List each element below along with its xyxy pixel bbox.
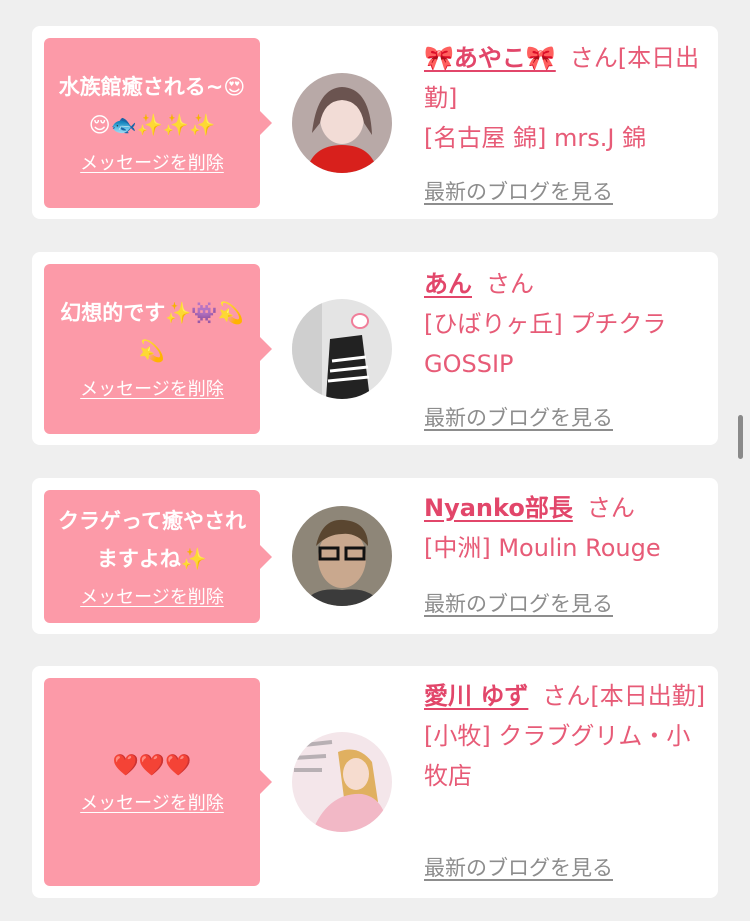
message-bubble: クラゲって癒やされますよね✨ メッセージを削除: [44, 490, 260, 623]
message-card: 水族館癒される~😍😌🐟✨✨✨ メッセージを削除 🎀あやこ🎀 さん[本日出勤] [名…: [32, 26, 718, 219]
shop-info: [ひばりヶ丘] プチクラGOSSIP: [424, 310, 667, 378]
work-status: [本日出勤]: [590, 682, 706, 710]
message-text: クラゲって癒やされますよね✨: [58, 508, 246, 571]
avatar-photo-icon: [292, 73, 392, 173]
message-text: 水族館癒される~😍😌🐟✨✨✨: [58, 75, 246, 137]
shop-info: [名古屋 錦] mrs.J 錦: [424, 124, 647, 152]
avatar[interactable]: [292, 73, 392, 173]
girl-info: 愛川 ゆず さん[本日出勤] [小牧] クラブグリム・小牧店: [424, 676, 714, 796]
message-bubble: ❤️❤️❤️ メッセージを削除: [44, 678, 260, 886]
girl-name-link[interactable]: あん: [424, 270, 472, 298]
shop-info: [中洲] Moulin Rouge: [424, 534, 661, 562]
avatar-photo-icon: [292, 299, 392, 399]
delete-message-link[interactable]: メッセージを削除: [80, 790, 224, 818]
message-card: ❤️❤️❤️ メッセージを削除 愛川 ゆず さん[本日出勤] [小牧] クラブグリ…: [32, 666, 718, 898]
scrollbar[interactable]: [738, 415, 743, 459]
delete-message-link[interactable]: メッセージを削除: [80, 150, 224, 178]
message-card: 幻想的です✨👾💫💫 メッセージを削除 あん さん [ひばりヶ丘] プチクラGOSS…: [32, 252, 718, 445]
latest-blog-link[interactable]: 最新のブログを見る: [424, 176, 613, 206]
honorific: さん: [542, 682, 591, 710]
honorific: さん: [569, 44, 618, 72]
girl-info: 🎀あやこ🎀 さん[本日出勤] [名古屋 錦] mrs.J 錦: [424, 38, 714, 158]
girl-name-link[interactable]: Nyanko部長: [424, 494, 573, 522]
latest-blog-link[interactable]: 最新のブログを見る: [424, 588, 613, 618]
message-card: クラゲって癒やされますよね✨ メッセージを削除 Nyanko部長 さん [中洲] …: [32, 478, 718, 634]
latest-blog-link[interactable]: 最新のブログを見る: [424, 402, 613, 432]
avatar[interactable]: [292, 506, 392, 606]
message-list: 水族館癒される~😍😌🐟✨✨✨ メッセージを削除 🎀あやこ🎀 さん[本日出勤] [名…: [0, 0, 750, 921]
avatar-photo-icon: [292, 732, 392, 832]
girl-name-link[interactable]: 愛川 ゆず: [424, 682, 528, 710]
latest-blog-link[interactable]: 最新のブログを見る: [424, 852, 613, 882]
honorific: さん: [486, 270, 534, 298]
shop-info: [小牧] クラブグリム・小牧店: [424, 722, 691, 790]
girl-name-link[interactable]: 🎀あやこ🎀: [424, 44, 556, 72]
message-bubble: 水族館癒される~😍😌🐟✨✨✨ メッセージを削除: [44, 38, 260, 208]
message-text: 幻想的です✨👾💫💫: [60, 301, 244, 363]
avatar-photo-icon: [292, 506, 392, 606]
avatar[interactable]: [292, 299, 392, 399]
message-bubble: 幻想的です✨👾💫💫 メッセージを削除: [44, 264, 260, 434]
girl-info: あん さん [ひばりヶ丘] プチクラGOSSIP: [424, 264, 714, 384]
girl-info: Nyanko部長 さん [中洲] Moulin Rouge: [424, 488, 714, 568]
honorific: さん: [586, 494, 635, 522]
message-text: ❤️❤️❤️: [112, 753, 192, 777]
avatar[interactable]: [292, 732, 392, 832]
delete-message-link[interactable]: メッセージを削除: [80, 376, 224, 404]
delete-message-link[interactable]: メッセージを削除: [80, 584, 224, 612]
